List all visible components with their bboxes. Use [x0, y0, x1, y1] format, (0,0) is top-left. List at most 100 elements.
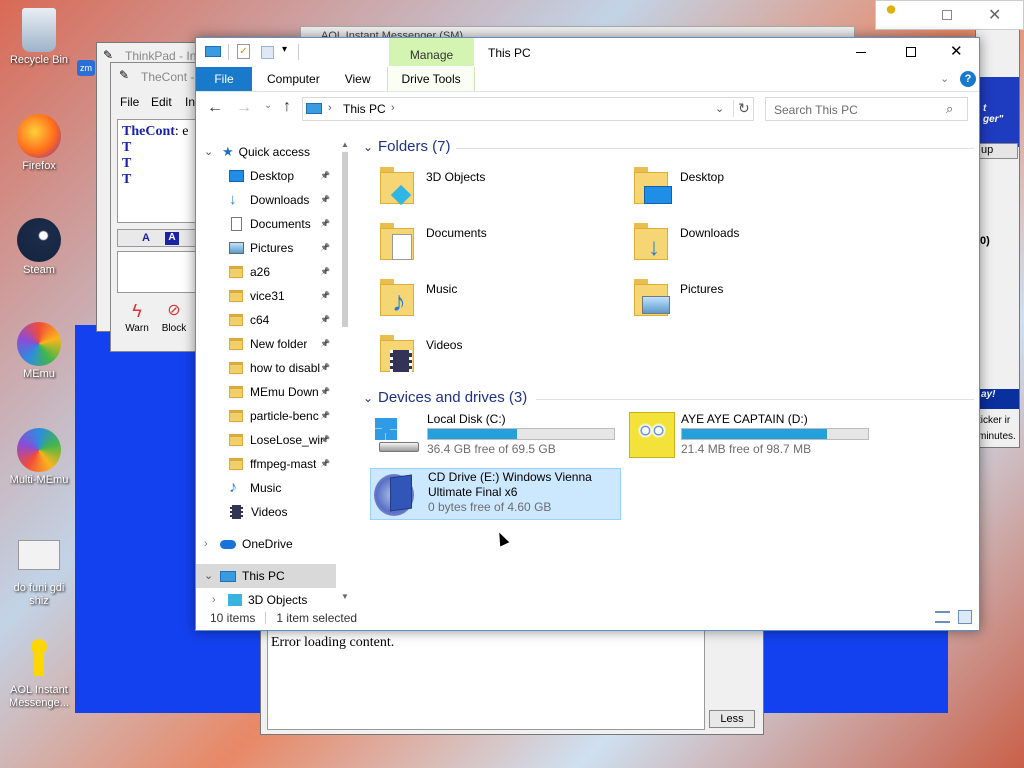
desktop-icon-memu[interactable]: MEmu: [4, 322, 74, 380]
menu-file[interactable]: File: [120, 95, 139, 109]
folder-pictures[interactable]: Pictures: [632, 278, 723, 328]
message-input[interactable]: [117, 251, 205, 293]
desktop-icon-firefox[interactable]: Firefox: [4, 114, 74, 172]
nav-item-loselose-wir[interactable]: LoseLose_wir 📌: [196, 428, 356, 452]
address-dropdown-icon[interactable]: ⌄: [715, 102, 724, 115]
search-input[interactable]: Search This PC ⌕: [765, 97, 968, 121]
folder-downloads[interactable]: ↓ Downloads: [632, 222, 739, 272]
devices-group-header[interactable]: Devices and drives (3): [378, 389, 527, 406]
nav-item-ffmpeg-mast[interactable]: ffmpeg-mast 📌: [196, 452, 356, 476]
minimize-icon[interactable]: [856, 52, 866, 53]
nav-item-vice31[interactable]: vice31 📌: [196, 284, 356, 308]
pin-icon[interactable]: 📌: [320, 356, 330, 380]
block-button[interactable]: ⊘ Block: [155, 299, 193, 345]
new-folder-icon[interactable]: [261, 46, 274, 59]
drive-c[interactable]: Local Disk (C:) 36.4 GB free of 69.5 GB: [371, 412, 615, 464]
breadcrumb-this-pc[interactable]: This PC: [343, 102, 386, 116]
nav-onedrive[interactable]: › OneDrive: [196, 532, 356, 556]
pin-icon[interactable]: 📌: [320, 236, 330, 260]
chevron-right-icon[interactable]: ›: [204, 532, 220, 556]
pin-icon[interactable]: 📌: [320, 308, 330, 332]
pin-icon[interactable]: 📌: [320, 428, 330, 452]
forward-arrow-icon[interactable]: →: [236, 99, 252, 117]
help-icon[interactable]: ?: [960, 71, 976, 87]
content-pane[interactable]: ⌄ Folders (7) 3D Objects Desktop Documen…: [361, 132, 981, 607]
expand-ribbon-icon[interactable]: ⌄: [940, 72, 949, 85]
desktop-icon-aol[interactable]: AOL Instant Messenge...: [4, 638, 74, 710]
folder-desktop[interactable]: Desktop: [632, 166, 724, 216]
font-bg-icon[interactable]: A: [165, 232, 179, 245]
chevron-down-icon[interactable]: ⌄: [204, 564, 220, 588]
thecont-window[interactable]: ✎ TheCont - File Edit In TheCont: e T T …: [110, 62, 205, 352]
pin-icon[interactable]: 📌: [320, 284, 330, 308]
tab-drive-tools[interactable]: Drive Tools: [387, 67, 475, 91]
details-view-icon[interactable]: [935, 611, 950, 623]
devices-group-chevron-icon[interactable]: ⌄: [363, 391, 373, 405]
folder-3d-objects[interactable]: 3D Objects: [378, 166, 485, 216]
scroll-up-icon[interactable]: ▲: [341, 140, 349, 149]
folder-documents[interactable]: Documents: [378, 222, 487, 272]
breadcrumb-chevron-icon[interactable]: ›: [391, 102, 395, 114]
folders-group-chevron-icon[interactable]: ⌄: [363, 140, 373, 154]
nav-item-music[interactable]: ♪ Music: [196, 476, 356, 500]
title-bar[interactable]: ✓ ▾ Manage This PC ✕: [196, 38, 979, 66]
folder-videos[interactable]: Videos: [378, 334, 462, 384]
back-arrow-icon[interactable]: ←: [207, 99, 223, 117]
drive-d[interactable]: AYE AYE CAPTAIN (D:) 21.4 MB free of 98.…: [625, 412, 869, 464]
nav-item-memu-down[interactable]: MEmu Down 📌: [196, 380, 356, 404]
nav-scrollbar[interactable]: ▲ ▼: [340, 140, 350, 604]
properties-icon[interactable]: ✓: [237, 44, 250, 59]
menu-edit[interactable]: Edit: [151, 95, 172, 109]
folders-group-header[interactable]: Folders (7): [378, 138, 451, 155]
close-icon[interactable]: ✕: [950, 42, 963, 60]
aol-setup-button[interactable]: up: [978, 143, 1018, 159]
large-icons-view-icon[interactable]: [958, 610, 972, 624]
aol-content-window[interactable]: Error loading content. Less: [260, 625, 764, 735]
pin-icon[interactable]: 📌: [320, 212, 330, 236]
nav-item-documents[interactable]: Documents 📌: [196, 212, 356, 236]
address-field[interactable]: › This PC › ⌄ ↻: [302, 97, 754, 121]
nav-item-downloads[interactable]: ↓ Downloads 📌: [196, 188, 356, 212]
less-button[interactable]: Less: [709, 710, 755, 728]
nav-item-videos[interactable]: Videos: [196, 500, 356, 524]
menu-insert[interactable]: In: [185, 95, 195, 109]
drive-e-selected[interactable]: CD Drive (E:) Windows Vienna Ultimate Fi…: [370, 468, 621, 520]
desktop-icon-multi-memu[interactable]: Multi-MEmu: [4, 428, 74, 486]
close-icon[interactable]: ✕: [988, 5, 1001, 25]
pin-icon[interactable]: 📌: [320, 380, 330, 404]
tab-computer[interactable]: Computer: [252, 67, 333, 91]
pin-icon[interactable]: 📌: [320, 188, 330, 212]
pin-icon[interactable]: 📌: [320, 164, 330, 188]
tab-view[interactable]: View: [333, 67, 384, 91]
nav-this-pc[interactable]: ⌄ This PC: [196, 564, 336, 588]
customize-toolbar-icon[interactable]: ▾: [282, 44, 287, 55]
desktop-icon-recycle-bin[interactable]: Recycle Bin: [4, 8, 74, 66]
file-explorer-window[interactable]: ✓ ▾ Manage This PC ✕ File Computer View …: [195, 37, 980, 631]
desktop-icon-steam[interactable]: Steam: [4, 218, 74, 276]
pin-icon[interactable]: 📌: [320, 452, 330, 476]
nav-item-a26[interactable]: a26 📌: [196, 260, 356, 284]
warn-button[interactable]: ϟ Warn: [119, 299, 155, 345]
scroll-thumb[interactable]: [342, 152, 348, 327]
refresh-icon[interactable]: ↻: [733, 100, 750, 117]
maximize-icon[interactable]: [906, 47, 916, 57]
nav-quick-access[interactable]: ⌄ ★ Quick access: [196, 140, 356, 164]
nav-item-desktop[interactable]: Desktop 📌: [196, 164, 356, 188]
chevron-down-icon[interactable]: ⌄: [204, 140, 222, 164]
pin-icon[interactable]: 📌: [320, 332, 330, 356]
pin-icon[interactable]: 📌: [320, 260, 330, 284]
folder-music[interactable]: ♪ Music: [378, 278, 457, 328]
recent-locations-icon[interactable]: ⌄: [264, 100, 272, 111]
nav-item-pictures[interactable]: Pictures 📌: [196, 236, 356, 260]
navigation-pane[interactable]: ⌄ ★ Quick access Desktop 📌 ↓ Downloads 📌 Docu…: [196, 140, 356, 607]
nav-item-new-folder[interactable]: New folder 📌: [196, 332, 356, 356]
scroll-down-icon[interactable]: ▼: [341, 592, 349, 601]
manage-context-tab[interactable]: Manage: [389, 38, 474, 66]
tab-file[interactable]: File: [196, 67, 252, 91]
up-arrow-icon[interactable]: ↑: [283, 98, 291, 116]
aol-banner[interactable]: ay!: [979, 389, 1019, 409]
thecont-text-area[interactable]: TheCont: e T T T: [117, 119, 205, 223]
font-color-icon[interactable]: A: [142, 232, 150, 244]
nav-item-particle-benc[interactable]: particle-benc 📌: [196, 404, 356, 428]
maximize-icon[interactable]: [942, 10, 952, 20]
